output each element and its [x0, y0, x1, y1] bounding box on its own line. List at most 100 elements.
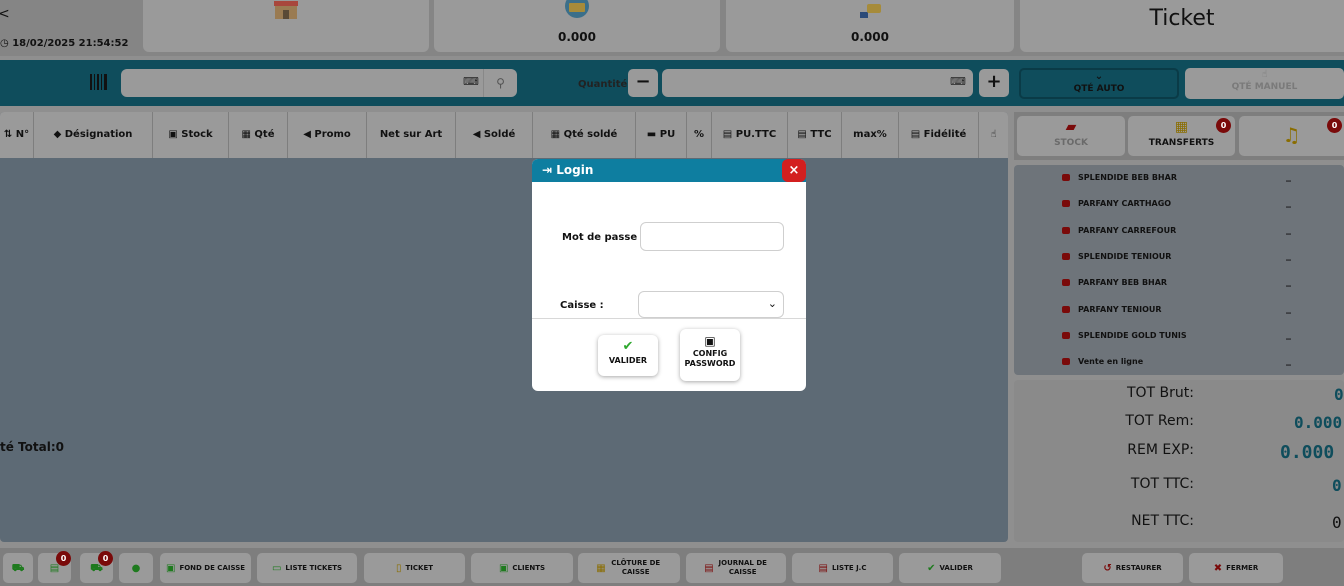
list-item: PARFANY CARTHAGO _	[1014, 191, 1344, 217]
check-icon: ✔	[927, 562, 936, 574]
col-stock[interactable]: ▣ Stock	[153, 112, 229, 158]
col-pu[interactable]: ▬ PU	[636, 112, 687, 158]
col-number[interactable]: ⇅ N°	[0, 112, 34, 158]
check-icon: ✔	[622, 339, 634, 354]
search-band: ⌨ ⚲ Quantité − ⌨ + ⌄ QTÉ AUTO ☝ QTÉ MANU…	[0, 60, 1344, 106]
clock-icon: ◷	[0, 38, 13, 49]
card-cash-value: 0.000	[851, 30, 889, 44]
col-ttc[interactable]: ▤ TTC	[788, 112, 842, 158]
fermer-button[interactable]: ✖ FERMER	[1189, 553, 1283, 583]
card-ticket: Ticket	[1020, 0, 1344, 52]
database-icon: ▤	[704, 562, 714, 574]
id-card-icon: ▣	[498, 562, 509, 574]
col-qte-solde[interactable]: ▦ Qté soldé	[533, 112, 636, 158]
delivery-button[interactable]: ⛟ 0	[80, 551, 113, 583]
receipt-icon: ▤	[910, 129, 924, 140]
notifications-badge: 0	[1327, 118, 1342, 133]
close-button[interactable]: ×	[782, 159, 806, 182]
barcode-search-input[interactable]: ⌨ ⚲	[121, 69, 517, 97]
receipt-icon: ▤	[722, 129, 736, 140]
tab-stock[interactable]: ▰ STOCK	[1017, 116, 1125, 156]
boxes-icon: ▦	[550, 129, 564, 140]
chat-icon: ●	[131, 562, 141, 574]
chevron-left-icon[interactable]: <	[0, 6, 10, 22]
col-max-percent[interactable]: max%	[842, 112, 899, 158]
list-item: Vente en ligne _	[1014, 349, 1344, 375]
database-icon	[1062, 332, 1070, 339]
login-modal-title: ⇥ Login	[542, 163, 594, 177]
journal-de-caisse-button[interactable]: ▤ JOURNAL DE CAISSE	[686, 553, 786, 583]
card-store[interactable]	[143, 0, 429, 52]
ticket-button[interactable]: ▯ TICKET	[364, 553, 465, 583]
chat-button[interactable]: ●	[119, 553, 153, 583]
password-input[interactable]	[640, 222, 784, 251]
money-icon: ▬	[646, 129, 660, 140]
article-table: ⇅ N° ◆ Désignation ▣ Stock ▦ Qté ◀ Promo…	[0, 112, 1008, 542]
table-header: ⇅ N° ◆ Désignation ▣ Stock ▦ Qté ◀ Promo…	[0, 112, 1008, 158]
tab-notifications[interactable]: ♫ 0	[1239, 116, 1344, 156]
list-item: PARFANY CARREFOUR _	[1014, 218, 1344, 244]
clients-button[interactable]: ▣ CLIENTS	[471, 553, 573, 583]
valider-button[interactable]: ✔ VALIDER	[899, 553, 1001, 583]
bottom-toolbar: ⛟ ▤ 0 ⛟ 0 ● ▣ FOND DE CAISSE ▭ LISTE TICKETS…	[0, 548, 1344, 586]
chevron-down-icon: ⌄	[767, 297, 777, 310]
qte-manuel-button[interactable]: ☝ QTÉ MANUEL	[1185, 68, 1344, 99]
barcode-icon[interactable]	[89, 72, 109, 92]
list-badge: 0	[56, 551, 71, 566]
total-row: NET TTC: 0	[1131, 513, 1342, 532]
tag-icon: ◆	[53, 129, 65, 140]
datetime-display: ◷ 18/02/2025 21:54:52	[0, 38, 129, 49]
qte-auto-button[interactable]: ⌄ QTÉ AUTO	[1019, 68, 1179, 99]
col-solde[interactable]: ◀ Soldé	[456, 112, 533, 158]
keyboard-icon[interactable]: ⌨	[950, 75, 966, 88]
ticket-list-icon: ▭	[271, 562, 282, 574]
search-icon[interactable]: ⚲	[483, 69, 517, 97]
cart-button[interactable]: ⛟	[3, 553, 33, 583]
database-icon	[1062, 279, 1070, 286]
col-promo[interactable]: ◀ Promo	[288, 112, 367, 158]
cart-icon: ⛟	[11, 562, 25, 574]
col-pu-ttc[interactable]: ▤ PU.TTC	[712, 112, 788, 158]
login-validate-button[interactable]: ✔ VALIDER	[598, 335, 658, 376]
list-item: PARFANY TENIOUR _	[1014, 297, 1344, 323]
card-payment[interactable]: 0.000	[434, 0, 720, 52]
database-icon	[1062, 306, 1070, 313]
liste-jc-button[interactable]: ▤ LISTE J.C	[792, 553, 893, 583]
config-password-button[interactable]: ▣ CONFIG PASSWORD	[680, 329, 740, 381]
tab-transferts[interactable]: ▦ TRANSFERTS 0	[1128, 116, 1235, 156]
database-icon: ▤	[818, 562, 828, 574]
total-row: TOT Brut: 0	[1126, 385, 1344, 404]
database-icon	[1062, 174, 1070, 181]
col-qte[interactable]: ▦ Qté	[229, 112, 288, 158]
quantity-plus-button[interactable]: +	[979, 69, 1009, 97]
transferts-badge: 0	[1216, 118, 1231, 133]
store-icon	[274, 1, 298, 19]
total-row: REM EXP: 0.000	[1127, 442, 1335, 463]
login-modal: ⇥ Login × Mot de passe : Caisse : ⌄ ✔ VA…	[532, 159, 806, 391]
col-designation[interactable]: ◆ Désignation	[34, 112, 153, 158]
chevron-down-icon: ⌄	[1094, 71, 1104, 82]
password-label: Mot de passe :	[562, 232, 645, 243]
restaurer-button[interactable]: ↺ RESTAURER	[1082, 553, 1183, 583]
save-icon: ▣	[704, 334, 716, 348]
ticket-title: Ticket	[1149, 6, 1215, 31]
quantity-input[interactable]: ⌨	[662, 69, 973, 97]
list-button[interactable]: ▤ 0	[38, 551, 71, 583]
fond-de-caisse-button[interactable]: ▣ FOND DE CAISSE	[160, 553, 251, 583]
cash-register-icon: ▦	[596, 562, 606, 574]
database-icon	[1062, 227, 1070, 234]
col-action[interactable]: ☝	[979, 112, 1008, 158]
database-icon	[1062, 358, 1070, 365]
col-fidelite[interactable]: ▤ Fidélité	[899, 112, 979, 158]
right-tabs: ▰ STOCK ▦ TRANSFERTS 0 ♫ 0	[1014, 112, 1344, 160]
col-percent[interactable]: %	[687, 112, 712, 158]
keyboard-icon[interactable]: ⌨	[463, 75, 479, 88]
card-cash[interactable]: 0.000	[726, 0, 1014, 52]
quantity-minus-button[interactable]: −	[628, 69, 658, 97]
caisse-select[interactable]: ⌄	[638, 291, 784, 318]
card-payment-value: 0.000	[558, 30, 596, 44]
quantity-total: té Total:0	[0, 440, 64, 454]
col-net-sur-art[interactable]: Net sur Art	[367, 112, 456, 158]
cloture-de-caisse-button[interactable]: ▦ CLÔTURE DE CAISSE	[578, 553, 680, 583]
liste-tickets-button[interactable]: ▭ LISTE TICKETS	[257, 553, 357, 583]
